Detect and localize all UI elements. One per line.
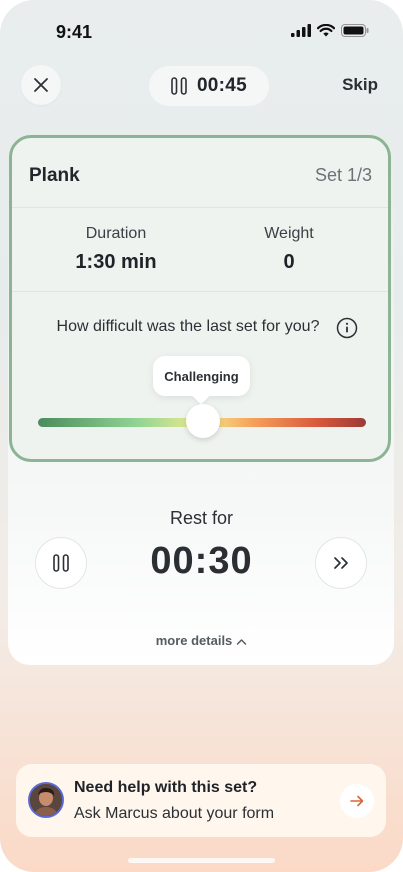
exercise-stats: Duration 1:30 min Weight 0 bbox=[12, 208, 388, 292]
stat-label: Duration bbox=[85, 225, 147, 242]
avatar bbox=[28, 782, 64, 818]
workout-timer-pill[interactable]: 00:45 bbox=[149, 66, 269, 106]
chevron-up-icon bbox=[237, 638, 247, 645]
close-icon bbox=[34, 78, 48, 92]
pause-rest-button[interactable] bbox=[35, 537, 87, 589]
difficulty-slider-thumb[interactable] bbox=[186, 404, 220, 438]
pause-icon bbox=[53, 554, 69, 572]
exercise-header: Plank Set 1/3 bbox=[12, 138, 388, 208]
difficulty-tooltip: Challenging bbox=[153, 356, 250, 396]
skip-button[interactable]: Skip bbox=[342, 75, 378, 95]
set-counter: Set 1/3 bbox=[314, 165, 372, 185]
more-details-toggle[interactable]: more details bbox=[0, 633, 403, 648]
difficulty-question-text: How difficult was the last set for you? bbox=[56, 318, 320, 335]
stat-duration: Duration 1:30 min bbox=[41, 225, 191, 274]
wifi-icon bbox=[317, 24, 335, 37]
status-icons bbox=[291, 24, 369, 37]
exercise-name: Plank bbox=[29, 165, 80, 186]
workout-timer: 00:45 bbox=[196, 75, 248, 96]
stat-value: 0 bbox=[283, 251, 295, 273]
stat-weight: Weight 0 bbox=[214, 225, 364, 274]
home-indicator bbox=[128, 858, 275, 863]
help-title: Need help with this set? bbox=[74, 779, 258, 796]
status-time: 9:41 bbox=[56, 22, 93, 42]
stat-value: 1:30 min bbox=[75, 251, 157, 273]
difficulty-question: How difficult was the last set for you? bbox=[12, 318, 388, 336]
rest-label: Rest for bbox=[169, 508, 234, 528]
arrow-right-icon bbox=[350, 795, 364, 807]
stat-label: Weight bbox=[264, 225, 314, 242]
status-bar: 9:41 bbox=[0, 0, 403, 54]
phone-screen: 9:41 00:45 Skip Plank Set 1/3 Duration 1… bbox=[0, 0, 403, 872]
exercise-card: Plank Set 1/3 Duration 1:30 min Weight 0… bbox=[9, 135, 391, 462]
coach-avatar-image bbox=[30, 784, 62, 816]
help-card[interactable]: Need help with this set? Ask Marcus abou… bbox=[16, 764, 386, 837]
skip-rest-button[interactable] bbox=[315, 537, 367, 589]
battery-icon bbox=[341, 24, 369, 37]
more-details-label: more details bbox=[155, 633, 233, 648]
help-subtitle: Ask Marcus about your form bbox=[74, 805, 275, 822]
fast-forward-icon bbox=[334, 557, 348, 569]
info-icon[interactable] bbox=[336, 317, 358, 339]
close-button[interactable] bbox=[21, 65, 61, 105]
ask-coach-button[interactable] bbox=[340, 784, 374, 818]
pause-icon bbox=[171, 77, 187, 95]
signal-icon bbox=[291, 24, 311, 37]
